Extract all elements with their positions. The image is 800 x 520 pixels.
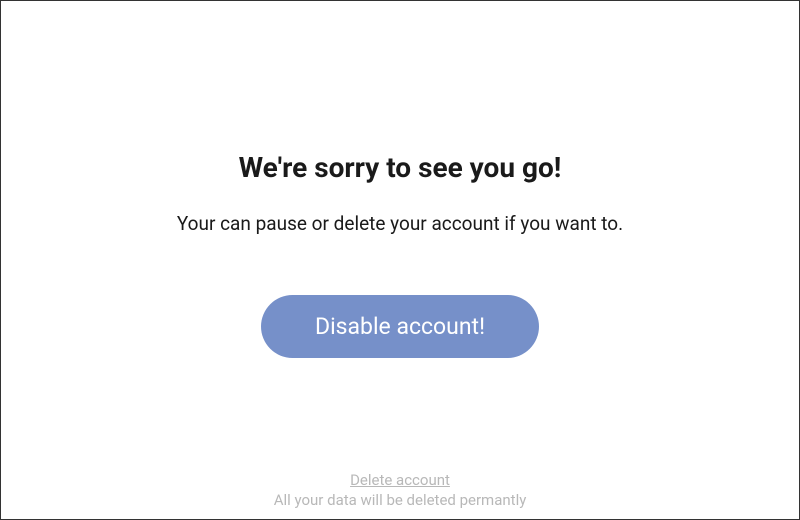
footer-note: All your data will be deleted permantly [1,491,799,509]
page-heading: We're sorry to see you go! [239,151,562,184]
delete-account-link[interactable]: Delete account [350,471,450,489]
page-subtext: Your can pause or delete your account if… [177,212,623,235]
disable-account-button[interactable]: Disable account! [261,295,539,358]
footer: Delete account All your data will be del… [1,470,799,509]
